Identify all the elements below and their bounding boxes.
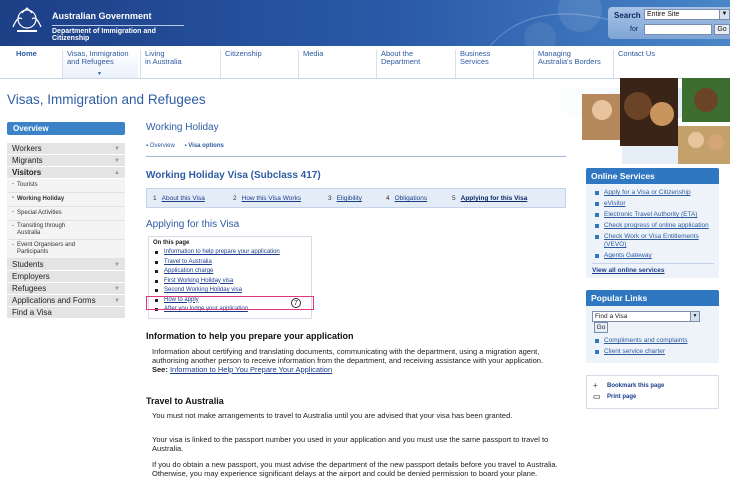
nav-citizenship[interactable]: Citizenship xyxy=(220,50,296,78)
search-go-button[interactable]: Go xyxy=(714,24,730,35)
search-input[interactable] xyxy=(644,24,712,35)
nav-about[interactable]: About the Department xyxy=(376,50,454,78)
travel-paragraph-1: You must not make arrangements to travel… xyxy=(152,411,513,420)
printer-icon: ▭ xyxy=(593,392,601,401)
main-content: Working Holiday ▪ Overview ▪ Visa option… xyxy=(146,122,566,478)
sub-navigation: ▪ Overview ▪ Visa options xyxy=(146,143,232,149)
department-title: Department of Immigration and Citizenshi… xyxy=(52,25,184,42)
online-link[interactable]: Check Work or Visa Entitlements (VEVO) xyxy=(592,233,714,249)
travel-paragraph-2: Your visa is linked to the passport numb… xyxy=(152,435,549,453)
online-services-box: Apply for a Visa or Citizenship eVisitor… xyxy=(586,184,719,278)
chevron-down-icon: ▼ xyxy=(114,146,120,152)
info-prepare-link[interactable]: Information to Help You Prepare Your App… xyxy=(170,365,332,374)
online-link[interactable]: eVisitor xyxy=(592,200,714,208)
step-about[interactable]: 1 About this Visa xyxy=(153,195,205,202)
highlight-box: 7 xyxy=(146,296,314,310)
sidebar-item-migrants[interactable]: Migrants ▼ xyxy=(7,155,125,167)
applying-heading: Applying for this Visa xyxy=(146,219,240,230)
search-scope-select[interactable]: Entire Site ▼ xyxy=(644,9,730,20)
print-page-link[interactable]: ▭ Print page xyxy=(593,392,712,403)
divider xyxy=(146,156,566,157)
sidebar-item-students[interactable]: Students ▼ xyxy=(7,259,125,271)
page-title: Visas, Immigration and Refugees xyxy=(7,92,206,107)
nav-borders[interactable]: Managing Australia's Borders xyxy=(533,50,613,78)
sidebar-overview[interactable]: Overview xyxy=(7,122,125,135)
popular-link[interactable]: Compliments and complaints xyxy=(592,337,714,345)
plus-icon: + xyxy=(593,381,598,390)
view-all-online-services[interactable]: View all online services xyxy=(592,263,714,274)
online-link[interactable]: Electronic Travel Authority (ETA) xyxy=(592,211,714,219)
chevron-up-icon: ▲ xyxy=(114,170,120,176)
section-heading: Working Holiday xyxy=(146,122,219,133)
popular-link[interactable]: Client service charter xyxy=(592,348,714,356)
popular-links-box: Find a Visa ▼ Go Compliments and complaint… xyxy=(586,306,719,363)
sidebar-sub-tourists[interactable]: Tourists xyxy=(7,179,125,193)
site-search: Search Entire Site ▼ for Go xyxy=(608,7,730,39)
page-tools: + Bookmark this page ▭ Print page xyxy=(586,375,719,409)
nav-visas[interactable]: Visas, Immigration and Refugees ▼ xyxy=(62,50,138,78)
online-link[interactable]: Agents Gateway xyxy=(592,252,714,260)
bookmark-page-link[interactable]: + Bookmark this page xyxy=(593,381,712,392)
section-info-text: Information about certifying and transla… xyxy=(152,347,544,374)
list-item[interactable]: Travel to Australia xyxy=(153,258,307,268)
chevron-down-icon: ▼ xyxy=(114,286,120,292)
step-applying[interactable]: 5 Applying for this Visa xyxy=(452,195,527,202)
online-link[interactable]: Apply for a Visa or Citizenship xyxy=(592,189,714,197)
section-travel-heading: Travel to Australia xyxy=(146,396,224,406)
list-item[interactable]: Information to help prepare your applica… xyxy=(153,248,307,258)
step-eligibility[interactable]: 3 Eligibility xyxy=(328,195,362,202)
nav-media[interactable]: Media xyxy=(298,50,374,78)
popular-go-button[interactable]: Go xyxy=(594,322,608,333)
online-link[interactable]: Check progress of online application xyxy=(592,222,714,230)
subnav-visa-options-link[interactable]: ▪ Visa options xyxy=(184,143,223,149)
sidebar-sub-event-organisers[interactable]: Event Organisers andParticipants xyxy=(7,240,125,259)
nav-home[interactable]: Home xyxy=(8,50,58,78)
main-nav: Home Visas, Immigration and Refugees ▼ Li… xyxy=(0,46,730,79)
list-item[interactable]: First Working Holiday visa xyxy=(153,277,307,287)
step-obligations[interactable]: 4 Obligations xyxy=(386,195,427,202)
chevron-down-icon: ▼ xyxy=(97,71,102,77)
search-label: Search xyxy=(614,11,641,20)
sidebar-item-refugees[interactable]: Refugees ▼ xyxy=(7,283,125,295)
online-services-title: Online Services xyxy=(586,168,719,184)
subnav-overview-link[interactable]: ▪ Overview xyxy=(146,143,175,149)
sidebar-sub-working-holiday[interactable]: Working Holiday xyxy=(7,193,125,207)
section-info-heading: Information to help you prepare your app… xyxy=(146,331,354,341)
sidebar-item-find-visa[interactable]: Find a Visa xyxy=(7,307,125,319)
government-title: Australian Government xyxy=(52,11,152,21)
sidebar-sub-transiting[interactable]: Transiting throughAustralia xyxy=(7,221,125,240)
nav-living[interactable]: Living in Australia xyxy=(140,50,218,78)
search-for-label: for xyxy=(630,26,639,33)
chevron-down-icon: ▼ xyxy=(114,298,120,304)
step-how-works[interactable]: 2 How this Visa Works xyxy=(233,195,301,202)
visa-steps-bar: 1 About this Visa 2 How this Visa Works 3E… xyxy=(146,188,566,208)
coat-of-arms-logo xyxy=(12,7,42,32)
popular-links-title: Popular Links xyxy=(586,290,719,306)
nav-contact[interactable]: Contact Us xyxy=(613,50,723,78)
header-decoration xyxy=(489,0,610,46)
sidebar-item-workers[interactable]: Workers ▼ xyxy=(7,143,125,155)
chevron-down-icon: ▼ xyxy=(114,158,120,164)
chevron-down-icon: ▼ xyxy=(690,312,699,321)
toc-title: On this page xyxy=(153,240,190,246)
people-banner-image xyxy=(520,78,730,164)
chevron-down-icon: ▼ xyxy=(719,10,729,19)
popular-links-select[interactable]: Find a Visa ▼ xyxy=(592,311,700,322)
list-item[interactable]: Application charge xyxy=(153,267,307,277)
site-header: Australian Government Department of Immi… xyxy=(0,0,730,46)
travel-paragraph-3: If you do obtain a new passport, you mus… xyxy=(152,460,558,478)
sidebar-item-visitors[interactable]: Visitors ▲ xyxy=(7,167,125,179)
chevron-down-icon: ▼ xyxy=(114,262,120,268)
nav-business[interactable]: Business Services xyxy=(455,50,533,78)
section-sidebar: Overview Workers▼ Migrants▼ Visitors▲ To… xyxy=(7,122,125,319)
visa-title: Working Holiday Visa (Subclass 417) xyxy=(146,170,321,181)
right-column: Online Services Apply for a Visa or Citi… xyxy=(586,168,719,409)
sidebar-sub-special-activities[interactable]: Special Activities xyxy=(7,207,125,221)
list-item[interactable]: Second Working Holiday visa xyxy=(153,286,307,296)
sidebar-item-applications[interactable]: Applications and Forms ▼ xyxy=(7,295,125,307)
step-marker: 7 xyxy=(291,298,301,308)
sidebar-item-employers[interactable]: Employers xyxy=(7,271,125,283)
